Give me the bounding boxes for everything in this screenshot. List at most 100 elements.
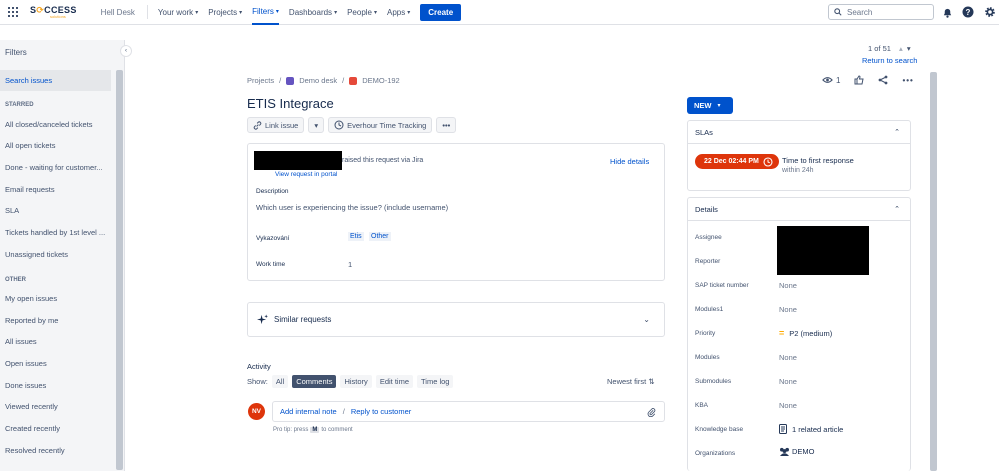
view-in-portal-link[interactable]: View request in portal [275, 171, 337, 178]
nav-your-work[interactable]: Your work ▾ [158, 0, 198, 25]
sidebar-item-filter[interactable]: Created recently [0, 418, 111, 439]
knowledge-base-value[interactable]: 1 related article [779, 424, 843, 434]
link-issue-dropdown[interactable]: ▾ [308, 117, 325, 133]
sidebar-item-filter[interactable]: All issues [0, 331, 111, 352]
create-button[interactable]: Create [420, 3, 462, 21]
work-time-label: Work time [256, 261, 286, 268]
modules-value[interactable]: None [779, 353, 797, 362]
chevron-down-icon: ▾ [407, 9, 411, 16]
sla-target: within 24h [782, 167, 814, 174]
submodules-value[interactable]: None [779, 377, 797, 386]
notifications-icon[interactable] [941, 6, 953, 18]
raised-via-text: raised this request via Jira [342, 157, 424, 164]
show-label: Show: [247, 377, 268, 386]
sidebar-item-filter[interactable]: Tickets handled by 1st level ... [0, 222, 111, 243]
chevron-down-icon: ▾ [275, 8, 279, 15]
description-label: Description [256, 188, 289, 195]
sidebar-item-filter[interactable]: All closed/canceled tickets [0, 114, 111, 135]
sidebar-item-filter[interactable]: Viewed recently [0, 396, 111, 417]
sidebar-item-filter[interactable]: Email requests [0, 179, 111, 200]
site-name[interactable]: Hell Desk [101, 8, 135, 17]
organizations-value[interactable]: DEMO [779, 447, 815, 456]
details-panel: Details ⌃ Assignee Reporter SAP ticket n… [687, 197, 911, 471]
details-panel-header[interactable]: Details ⌃ [688, 198, 910, 221]
nav-projects[interactable]: Projects ▾ [208, 0, 242, 25]
sidebar-item-filter[interactable]: Done issues [0, 375, 111, 396]
breadcrumb-projects[interactable]: Projects [247, 76, 274, 85]
collapse-sidebar-button[interactable]: ‹ [120, 45, 132, 57]
sidebar-item-filter[interactable]: My open issues [0, 288, 111, 309]
clock-icon [763, 156, 773, 167]
chevron-down-icon: ▾ [239, 9, 243, 16]
search-input[interactable]: Search [828, 4, 934, 20]
sidebar-item-filter[interactable]: SLA [0, 200, 111, 221]
breadcrumb-separator: / [279, 76, 282, 85]
tag-etis[interactable]: Etis [348, 232, 364, 241]
priority-medium-icon: = [779, 328, 785, 338]
redacted-reporter [254, 151, 342, 170]
tag-other[interactable]: Other [369, 232, 391, 241]
modules1-label: Modules1 [695, 306, 724, 313]
like-icon[interactable] [854, 75, 865, 85]
nav-people[interactable]: People ▾ [347, 0, 377, 25]
add-internal-note-button[interactable]: Add internal note [280, 407, 337, 416]
status-dropdown[interactable]: NEW ▾ [687, 97, 733, 114]
sidebar-item-filter[interactable]: Resolved recently [0, 440, 111, 461]
reporter-label: Reporter [695, 258, 721, 265]
activity-filter-row: Show: All Comments History Edit time Tim… [247, 375, 454, 388]
nav-apps[interactable]: Apps ▾ [387, 0, 410, 25]
similar-requests-panel[interactable]: Similar requests ⌄ [247, 302, 665, 337]
filter-history-button[interactable]: History [340, 375, 372, 388]
issue-title[interactable]: ETIS Integrace [247, 96, 334, 111]
sidebar-scrollbar[interactable] [116, 70, 123, 470]
filter-time-log-button[interactable]: Time log [417, 375, 454, 388]
return-to-search-link[interactable]: Return to search [862, 56, 917, 65]
organizations-label: Organizations [695, 450, 736, 457]
link-icon [253, 120, 262, 130]
sort-order-button[interactable]: Newest first ⇅ [607, 377, 655, 386]
more-icon: ••• [442, 120, 451, 130]
more-actions-button[interactable]: ••• [436, 117, 457, 133]
sla-panel-header[interactable]: SLAs ⌃ [688, 121, 910, 144]
breadcrumb-issue-key[interactable]: DEMO-192 [362, 76, 400, 85]
modules1-value[interactable]: None [779, 305, 797, 314]
sidebar-item-filter[interactable]: Done - waiting for customer... [0, 157, 111, 178]
filter-comments-button[interactable]: Comments [292, 375, 337, 388]
more-actions-icon[interactable]: ••• [902, 76, 913, 85]
comment-box[interactable]: Add internal note / Reply to customer [272, 401, 665, 422]
app-switcher-icon[interactable] [8, 7, 18, 17]
breadcrumb: Projects / Demo desk / DEMO-192 [247, 76, 400, 85]
hide-details-link[interactable]: Hide details [610, 157, 649, 166]
share-icon[interactable] [878, 75, 888, 85]
breadcrumb-separator: / [342, 76, 345, 85]
chevron-up-icon[interactable]: ▴ [899, 44, 903, 53]
link-issue-button[interactable]: Link issue [247, 117, 305, 133]
settings-icon[interactable] [984, 6, 996, 18]
sidebar-heading-starred: STARRED [5, 102, 34, 108]
nav-filters[interactable]: Filters ▾ [252, 0, 279, 25]
sidebar-item-search-issues[interactable]: Search issues [0, 70, 111, 91]
main-scrollbar[interactable] [930, 72, 937, 471]
nav-divider [146, 5, 148, 19]
logo[interactable]: S⟳CCESS solutions [30, 5, 77, 19]
pro-tip: Pro tip: press M to comment [273, 427, 353, 433]
reply-to-customer-button[interactable]: Reply to customer [351, 407, 411, 416]
priority-value[interactable]: = P2 (medium) [779, 328, 832, 338]
nav-dashboards[interactable]: Dashboards ▾ [289, 0, 337, 25]
filter-all-button[interactable]: All [271, 375, 289, 388]
help-icon[interactable]: ? [962, 6, 974, 18]
attachment-icon[interactable] [647, 407, 656, 417]
everhour-button[interactable]: Everhour Time Tracking [328, 117, 433, 133]
chevron-down-icon[interactable]: ▾ [907, 44, 911, 53]
sap-ticket-label: SAP ticket number [695, 282, 749, 289]
sparkle-icon [257, 314, 268, 325]
sap-ticket-value[interactable]: None [779, 281, 797, 290]
filter-edit-time-button[interactable]: Edit time [375, 375, 413, 388]
watchers-button[interactable]: 1 [822, 76, 840, 85]
sidebar-item-filter[interactable]: Unassigned tickets [0, 244, 111, 265]
breadcrumb-project[interactable]: Demo desk [299, 76, 337, 85]
kba-value[interactable]: None [779, 401, 797, 410]
sidebar-item-filter[interactable]: Open issues [0, 353, 111, 374]
sidebar-item-filter[interactable]: Reported by me [0, 310, 111, 331]
sidebar-item-filter[interactable]: All open tickets [0, 135, 111, 156]
